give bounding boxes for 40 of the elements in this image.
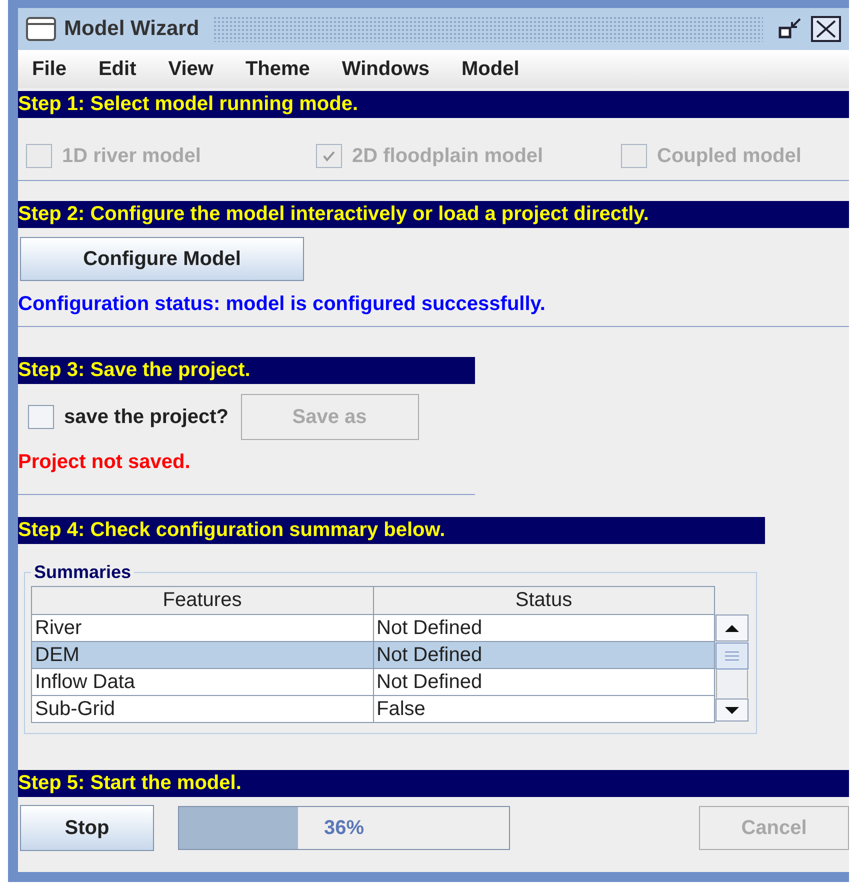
table-row[interactable]: Inflow Data Not Defined xyxy=(32,668,714,696)
close-icon[interactable] xyxy=(811,16,841,42)
stop-button[interactable]: Stop xyxy=(20,805,154,851)
save-status: Project not saved. xyxy=(18,451,192,474)
table-row[interactable]: River Not Defined xyxy=(32,614,714,642)
save-checkbox[interactable]: save the project? xyxy=(28,405,229,429)
table-cell: Not Defined xyxy=(373,668,714,696)
checkmark-icon xyxy=(321,149,337,163)
table-cell: Sub-Grid xyxy=(32,696,373,722)
step-header: Step 5: Start the model. xyxy=(18,770,849,797)
step-header: Step 2: Configure the model interactively or load a project directly. xyxy=(18,201,849,228)
table-cell: Not Defined xyxy=(373,642,714,668)
table-cell: River xyxy=(32,614,373,642)
scroll-thumb-icon[interactable] xyxy=(715,642,749,670)
group-title: Summaries xyxy=(33,562,132,583)
step-header: Step 3: Save the project. xyxy=(18,357,475,384)
menu-item[interactable]: View xyxy=(154,58,226,80)
menu-item[interactable]: Model xyxy=(448,58,532,80)
table-cell: DEM xyxy=(32,642,373,668)
menu-item[interactable]: Edit xyxy=(84,58,148,80)
scrollbar-track[interactable] xyxy=(716,670,748,698)
table-cell: False xyxy=(373,696,714,722)
scroll-down-icon[interactable] xyxy=(715,698,749,722)
menu-item[interactable]: Windows xyxy=(328,58,442,80)
configuration-status: Configuration status: model is configured successfully. xyxy=(18,293,546,316)
step-header: Step 4: Check configuration summary below. xyxy=(18,517,765,544)
menu-item[interactable]: Theme xyxy=(231,58,322,80)
table-cell: Not Defined xyxy=(373,614,714,642)
step-header: Step 1: Select model running mode. xyxy=(18,91,849,118)
column-header[interactable]: Status xyxy=(373,586,714,614)
window-icon xyxy=(26,17,56,41)
scroll-up-icon[interactable] xyxy=(715,614,749,642)
table-row[interactable]: Sub-Grid False xyxy=(32,696,714,722)
menu-item[interactable]: File xyxy=(18,58,78,80)
column-header[interactable]: Features xyxy=(32,586,373,614)
table-cell: Inflow Data xyxy=(32,668,373,696)
window-title: Model Wizard xyxy=(64,17,200,41)
progress-reading: 36% xyxy=(322,816,366,840)
configure-model-button[interactable]: Configure Model xyxy=(20,237,304,281)
table-row[interactable]: DEM Not Defined xyxy=(32,642,714,668)
